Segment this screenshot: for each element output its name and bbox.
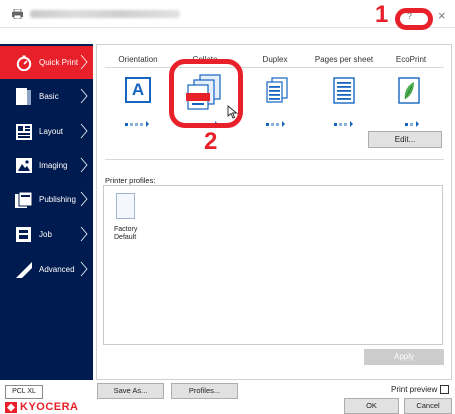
sidebar-item-job[interactable]: Job xyxy=(0,218,93,251)
save-as-button[interactable]: Save As... xyxy=(97,383,164,399)
printer-profiles-list: Factory Default xyxy=(103,185,443,345)
callout-ring-collate xyxy=(169,59,243,128)
sidebar-item-label: Job xyxy=(39,230,52,239)
sidebar-item-label: Quick Print xyxy=(39,58,79,67)
apply-button[interactable]: Apply xyxy=(364,349,444,365)
sidebar-item-label: Imaging xyxy=(39,161,68,170)
ecoprint-pager[interactable] xyxy=(405,121,419,127)
ecoprint-icon xyxy=(398,77,420,104)
chevron-right-icon xyxy=(80,123,88,139)
quick-print-panel: Orientation Collate Duplex Pages per she… xyxy=(96,44,452,380)
sidebar-item-basic[interactable]: Basic xyxy=(0,80,93,113)
factory-default-profile-label[interactable]: Factory Default xyxy=(114,226,154,242)
logo-text: KYOCERA xyxy=(20,401,79,413)
duplex-icon xyxy=(266,77,288,103)
kyocera-logo: KYOCERA xyxy=(5,401,79,413)
ok-button[interactable]: OK xyxy=(344,398,399,414)
duplex-option[interactable] xyxy=(266,77,288,103)
chevron-right-icon xyxy=(80,157,88,173)
close-button[interactable]: × xyxy=(438,8,446,23)
sidebar-item-layout[interactable]: Layout xyxy=(0,115,93,148)
duplex-pager[interactable] xyxy=(266,121,285,127)
pdl-indicator: PCL XL xyxy=(5,385,43,399)
chevron-right-icon xyxy=(80,88,88,104)
printer-profiles-label: Printer profiles: xyxy=(105,176,156,185)
ecoprint-option[interactable] xyxy=(398,77,420,104)
orientation-option[interactable]: A xyxy=(125,77,151,103)
callout-ring-help xyxy=(395,8,433,30)
quick-print-icon xyxy=(15,54,32,71)
sidebar-item-advanced[interactable]: Advanced xyxy=(0,253,93,286)
sidebar-item-publishing[interactable]: Publishing xyxy=(0,183,93,216)
orientation-pager[interactable] xyxy=(125,121,149,127)
layout-icon xyxy=(15,123,32,140)
sidebar-item-imaging[interactable]: Imaging xyxy=(0,149,93,182)
option-label-orientation: Orientation xyxy=(118,55,158,64)
pages-per-sheet-icon xyxy=(333,77,355,104)
publishing-icon xyxy=(15,191,32,208)
option-label-ecoprint: EcoPrint xyxy=(395,55,427,64)
option-label-pages-per-sheet: Pages per sheet xyxy=(314,55,374,64)
edit-button[interactable]: Edit... xyxy=(368,131,442,148)
sidebar-item-label: Basic xyxy=(39,92,59,101)
callout-number-1: 1 xyxy=(375,1,389,28)
imaging-icon xyxy=(15,157,32,174)
orientation-icon: A xyxy=(131,80,145,99)
option-label-duplex: Duplex xyxy=(262,55,288,64)
sidebar: Quick Print Basic Layout Imaging Publish… xyxy=(0,44,93,380)
callout-number-2: 2 xyxy=(204,128,218,155)
print-preview-checkbox[interactable] xyxy=(440,385,450,394)
print-preview-label: Print preview xyxy=(391,385,438,394)
basic-icon xyxy=(15,88,32,105)
cancel-button[interactable]: Cancel xyxy=(404,398,452,414)
chevron-right-icon xyxy=(80,261,88,277)
pages-per-sheet-pager[interactable] xyxy=(334,121,353,127)
sidebar-item-label: Layout xyxy=(39,127,64,136)
chevron-right-icon xyxy=(80,54,88,70)
kyocera-logo-mark-icon xyxy=(5,401,17,413)
print-preview-toggle[interactable]: Print preview xyxy=(391,385,450,394)
pages-per-sheet-option[interactable] xyxy=(333,77,355,104)
profiles-button[interactable]: Profiles... xyxy=(171,383,238,399)
chevron-right-icon xyxy=(80,191,88,207)
divider xyxy=(105,159,444,160)
job-icon xyxy=(15,226,32,243)
sidebar-item-label: Advanced xyxy=(39,265,75,274)
chevron-right-icon xyxy=(80,226,88,242)
printer-app-icon xyxy=(12,9,23,19)
divider xyxy=(105,67,444,68)
factory-default-profile-icon[interactable] xyxy=(116,193,135,219)
window-title xyxy=(30,10,180,18)
advanced-icon xyxy=(15,261,32,278)
sidebar-item-label: Publishing xyxy=(39,195,76,204)
sidebar-item-quick-print[interactable]: Quick Print xyxy=(0,46,93,79)
